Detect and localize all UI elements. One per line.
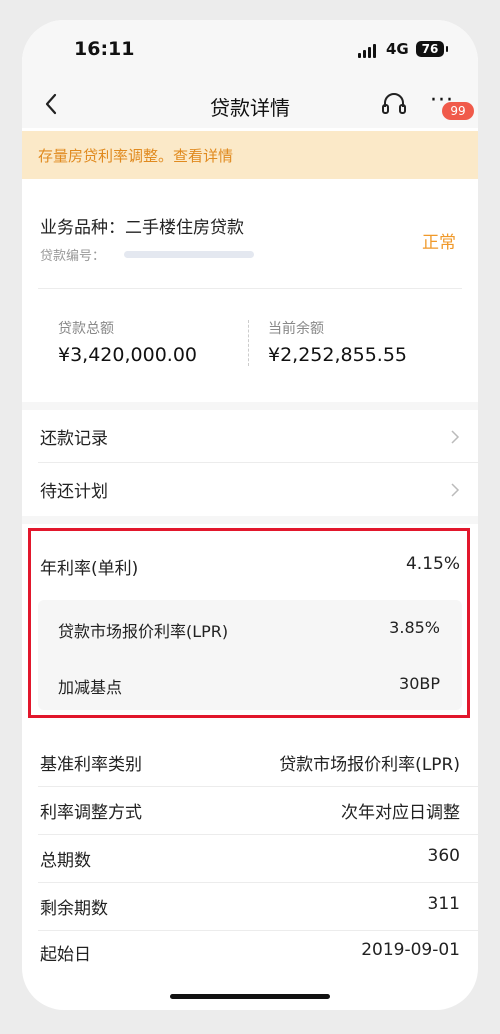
annual-rate-value: 4.15%	[405, 554, 460, 574]
repayment-record-row[interactable]: 还款记录	[22, 410, 478, 462]
section-gap	[22, 402, 478, 410]
section-gap	[22, 516, 478, 524]
notice-link[interactable]: 存量房贷利率调整。查看详情	[38, 145, 233, 166]
rate-adjust-notice: 存量房贷利率调整。查看详情	[22, 131, 478, 179]
network-type: 4G	[386, 40, 409, 58]
divider	[38, 882, 478, 883]
detail-value: 贷款市场报价利率(LPR)	[279, 755, 460, 775]
headset-icon[interactable]	[380, 90, 408, 118]
divider	[38, 834, 478, 835]
chevron-right-icon	[451, 430, 460, 444]
loan-total-label: 贷款总额	[58, 321, 114, 337]
detail-label: 基准利率类别	[40, 755, 142, 775]
amount-separator	[248, 320, 249, 366]
page-title: 贷款详情	[210, 96, 290, 120]
divider	[38, 930, 478, 931]
loan-number-redacted	[124, 251, 254, 258]
lpr-value: 3.85%	[389, 618, 440, 637]
detail-value: 311	[427, 894, 460, 914]
product-type: 业务品种：二手楼住房贷款	[40, 218, 244, 238]
battery-tip	[446, 46, 448, 52]
basis-points-value: 30BP	[399, 674, 440, 693]
basis-points-label: 加减基点	[58, 678, 123, 697]
status-time: 16:11	[74, 38, 135, 60]
repayment-plan-row[interactable]: 待还计划	[22, 463, 478, 515]
loan-number-label: 贷款编号：	[40, 249, 106, 264]
balance-label: 当前余额	[268, 321, 324, 337]
nav-bar: 贷款详情 ··· 99	[22, 82, 478, 128]
detail-label: 利率调整方式	[40, 803, 142, 823]
lpr-label: 贷款市场报价利率(LPR)	[58, 622, 229, 641]
repayment-record-label: 还款记录	[40, 429, 108, 449]
battery-icon: 76	[416, 41, 444, 57]
divider	[38, 786, 478, 787]
detail-label: 剩余期数	[40, 899, 108, 919]
divider	[38, 288, 462, 289]
balance-value: ¥2,252,855.55	[268, 344, 408, 366]
status-badge: 正常	[422, 233, 456, 253]
chevron-right-icon	[451, 483, 460, 497]
home-indicator[interactable]	[170, 994, 330, 999]
detail-label: 起始日	[40, 945, 91, 965]
detail-value: 360	[427, 846, 460, 866]
signal-icon	[358, 44, 380, 58]
detail-label: 总期数	[40, 851, 91, 871]
detail-value: 次年对应日调整	[341, 803, 460, 823]
annual-rate-label: 年利率(单利)	[40, 559, 139, 579]
loan-total-value: ¥3,420,000.00	[58, 344, 198, 366]
repayment-plan-label: 待还计划	[40, 482, 108, 502]
screenshot-frame: 16:11 4G 76 贷款详情 ··· 99 存量房贷利率调整。查看详情 业务…	[0, 0, 500, 1034]
notification-badge: 99	[442, 102, 474, 120]
detail-value: 2019-09-01	[361, 940, 460, 960]
phone-screen: 16:11 4G 76 贷款详情 ··· 99 存量房贷利率调整。查看详情 业务…	[22, 20, 478, 1010]
status-bar: 16:11 4G 76	[22, 20, 478, 82]
